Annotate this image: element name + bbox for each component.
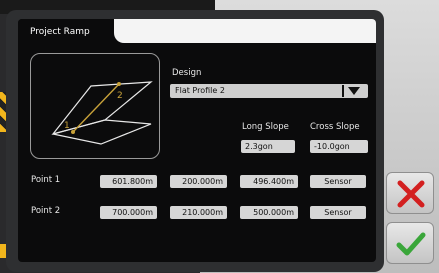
design-dropdown[interactable]: Flat Profile 2: [170, 84, 368, 98]
dropdown-separator: [342, 85, 344, 97]
design-selected-value: Flat Profile 2: [175, 86, 225, 95]
point-1-northing-field[interactable]: 200.000m: [170, 175, 227, 188]
design-label: Design: [172, 68, 202, 78]
point-2-row-label: Point 2: [31, 206, 61, 216]
point-2-sensor-button[interactable]: Sensor: [310, 206, 366, 219]
cancel-button[interactable]: [386, 172, 434, 214]
point-1-row-label: Point 1: [31, 175, 61, 185]
long-slope-field[interactable]: 2.3gon: [241, 140, 295, 153]
ramp-diagram: 1 2: [30, 53, 160, 159]
point-1-sensor-button[interactable]: Sensor: [310, 175, 366, 188]
ramp-diagram-drawing: 1 2: [51, 81, 153, 145]
point-1-easting-field[interactable]: 601.800m: [100, 175, 157, 188]
cross-slope-label: Cross Slope: [310, 122, 360, 132]
triangle-down-icon[interactable]: [348, 87, 360, 95]
cross-slope-field[interactable]: -10.0gon: [310, 140, 368, 153]
point-2-easting-field[interactable]: 700.000m: [100, 206, 157, 219]
title-bar: Project Ramp: [18, 19, 376, 45]
x-icon: [397, 180, 425, 208]
point-2-label: 2: [117, 91, 123, 101]
point-1-marker: [71, 130, 75, 134]
point-1-height-field[interactable]: 496.400m: [240, 175, 298, 188]
point-2-height-field[interactable]: 500.000m: [240, 206, 298, 219]
checkmark-icon: [396, 232, 426, 256]
ramp-axis-line: [72, 83, 120, 133]
display-screen: Project Ramp 1 2 Design Flat Profile 2 L…: [18, 19, 376, 262]
point-2-marker: [117, 82, 121, 86]
point-2-northing-field[interactable]: 210.000m: [170, 206, 227, 219]
confirm-button[interactable]: [386, 222, 434, 264]
window-title: Project Ramp: [30, 27, 90, 37]
long-slope-label: Long Slope: [242, 122, 289, 132]
title-bar-fill: [114, 19, 376, 43]
point-1-label: 1: [64, 121, 70, 131]
